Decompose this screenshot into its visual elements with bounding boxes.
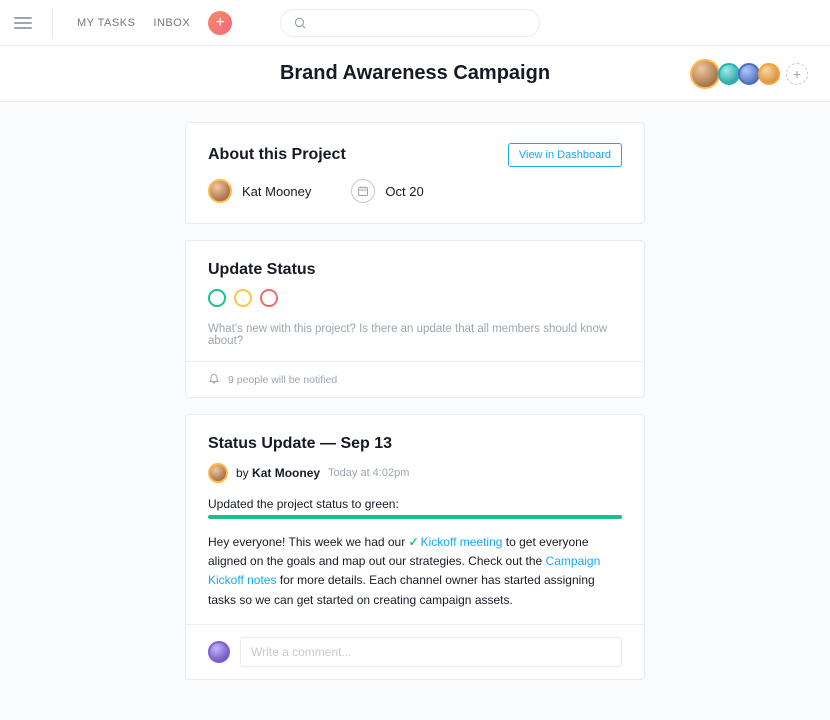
bell-icon (208, 372, 220, 387)
menu-icon[interactable] (14, 14, 32, 32)
status-bar-green (208, 515, 622, 519)
comment-input[interactable] (240, 637, 622, 667)
update-body: Hey everyone! This week we had our ✓Kick… (208, 533, 622, 610)
status-update-heading: Status Update — Sep 13 (208, 435, 622, 453)
owner-name: Kat Mooney (242, 184, 311, 199)
author-name: Kat Mooney (252, 466, 320, 480)
nav-my-tasks[interactable]: MY TASKS (77, 17, 135, 29)
status-yellow[interactable] (234, 289, 252, 307)
avatar (208, 463, 228, 483)
divider (52, 8, 53, 38)
comment-row (186, 624, 644, 679)
update-status-card: Update Status What's new with this proje… (185, 240, 645, 398)
status-green[interactable] (208, 289, 226, 307)
member-list: + (692, 59, 808, 89)
project-date[interactable]: Oct 20 (351, 179, 423, 203)
byline: by Kat Mooney Today at 4:02pm (208, 463, 622, 483)
search-input[interactable] (280, 9, 540, 37)
avatar[interactable] (690, 59, 720, 89)
add-member-button[interactable]: + (786, 63, 808, 85)
topbar: MY TASKS INBOX + (0, 0, 830, 46)
calendar-icon (351, 179, 375, 203)
check-icon: ✓ (409, 535, 419, 549)
update-status-heading: Update Status (208, 261, 622, 279)
status-input[interactable]: What's new with this project? Is there a… (208, 323, 622, 347)
status-line: Updated the project status to green: (208, 497, 622, 511)
page-title: Brand Awareness Campaign (280, 62, 550, 85)
add-button[interactable]: + (208, 11, 232, 35)
view-dashboard-button[interactable]: View in Dashboard (508, 143, 622, 167)
kickoff-meeting-link[interactable]: Kickoff meeting (421, 535, 503, 549)
nav-inbox[interactable]: INBOX (153, 17, 190, 29)
project-owner[interactable]: Kat Mooney (208, 179, 311, 203)
avatar (208, 641, 230, 663)
avatar[interactable] (718, 63, 740, 85)
date-value: Oct 20 (385, 184, 423, 199)
status-update-card: Status Update — Sep 13 by Kat Mooney Tod… (185, 414, 645, 680)
avatar (208, 179, 232, 203)
titlebar: Brand Awareness Campaign + (0, 46, 830, 102)
status-red[interactable] (260, 289, 278, 307)
about-heading: About this Project (208, 146, 346, 164)
status-selector (208, 289, 622, 307)
avatar[interactable] (738, 63, 760, 85)
avatar[interactable] (758, 63, 780, 85)
body-text: Hey everyone! This week we had our (208, 535, 409, 549)
notify-text: 9 people will be notified (228, 374, 337, 386)
search-icon (293, 16, 307, 30)
about-card: About this Project View in Dashboard Kat… (185, 122, 645, 224)
content: About this Project View in Dashboard Kat… (185, 122, 645, 680)
timestamp: Today at 4:02pm (328, 467, 409, 479)
by-prefix: by (236, 466, 249, 480)
notify-row: 9 people will be notified (186, 361, 644, 397)
